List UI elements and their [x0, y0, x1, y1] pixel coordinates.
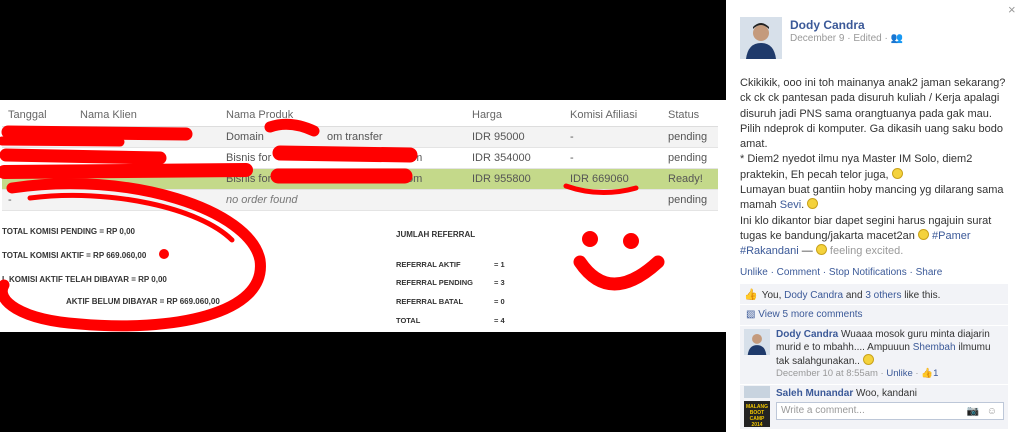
smile-emoji-icon — [862, 354, 874, 365]
thumbs-up-icon: 👍 — [744, 289, 758, 301]
comment-input[interactable]: Write a comment... 📷 ☺ — [776, 402, 1004, 420]
facebook-post-panel: × Dody Candra December 9 · Edited · 👥 Ck… — [726, 0, 1024, 432]
likes-others[interactable]: 3 others — [865, 290, 901, 301]
post-date[interactable]: December 9 — [790, 33, 844, 44]
hashtag-rakandani[interactable]: #Rakandani — [740, 245, 799, 257]
close-icon[interactable]: × — [1008, 2, 1016, 17]
post-paragraph: * Diem2 nyedot ilmu nya Master IM Solo, … — [740, 153, 973, 181]
excited-emoji-icon — [815, 244, 827, 256]
post-body: Ckikikik, ooo ini toh mainanya anak2 jam… — [740, 76, 1012, 260]
comment-author[interactable]: Dody Candra — [776, 329, 838, 340]
comment-like-count[interactable]: 👍1 — [921, 368, 938, 379]
comment-unlike[interactable]: Unlike — [886, 368, 912, 379]
comment-composer: MALANG BOOT CAMP 2014 Write a comment...… — [740, 399, 1008, 429]
post-paragraph: #Rakandani — feeling excited. — [740, 244, 904, 258]
post-paragraph: Ini klo dikantor biar dapet segini harus… — [740, 214, 992, 242]
post-actions[interactable]: Unlike · Comment · Stop Notifications · … — [740, 267, 942, 278]
tag-sevi[interactable]: Sevi — [780, 199, 801, 211]
friends-icon: 👥 — [890, 33, 904, 44]
smile-emoji-icon — [891, 167, 903, 179]
comment-avatar[interactable] — [744, 329, 770, 355]
likes-name[interactable]: Dody Candra — [784, 290, 843, 301]
photo: Tanggal Nama Klien Nama Produk Harga Kom… — [0, 0, 726, 432]
emoticon-icon[interactable]: ☺ — [987, 406, 997, 417]
post-edited[interactable]: · Edited · — [847, 33, 888, 44]
composer-avatar: MALANG BOOT CAMP 2014 — [744, 401, 770, 428]
view-more-comments[interactable]: ▧ View 5 more comments — [740, 305, 1008, 325]
avatar-image — [740, 17, 782, 59]
feeling-text: feeling excited. — [829, 245, 904, 258]
smile-emoji-icon — [807, 198, 819, 210]
tag-shembah[interactable]: Shembah — [913, 342, 956, 353]
comment-author[interactable]: Saleh Munandar — [776, 388, 853, 399]
red-marker-scribbles — [0, 118, 665, 332]
post-paragraph: Lumayan buat gantiin hoby mancing yg dil… — [740, 184, 1004, 212]
post-author[interactable]: Dody Candra — [790, 18, 865, 32]
comment-item: Dody Candra Wuaaa mosok guru minta diaja… — [740, 326, 1008, 384]
comment-date[interactable]: December 10 at 8:55am — [776, 368, 878, 379]
grin-emoji-icon — [917, 228, 929, 240]
comment-avatar[interactable] — [744, 386, 770, 398]
comment-item: Saleh Munandar Woo, kandani — [740, 385, 1008, 399]
camera-icon[interactable]: 📷 — [967, 406, 979, 417]
post-paragraph: Ckikikik, ooo ini toh mainanya anak2 jam… — [740, 77, 1006, 151]
hashtag-pamer[interactable]: #Pamer — [932, 230, 971, 242]
comment-avatar-image — [744, 329, 770, 355]
affiliate-dashboard-photo: Tanggal Nama Klien Nama Produk Harga Kom… — [0, 100, 726, 332]
comment-bubble-icon: ▧ — [746, 309, 756, 320]
comment-meta: December 10 at 8:55am · Unlike · 👍1 — [776, 368, 939, 379]
post-meta: December 9 · Edited · 👥 — [790, 33, 903, 44]
likes-bar: 👍 You, Dody Candra and 3 others like this… — [740, 284, 1008, 304]
comment-text: Dody Candra Wuaaa mosok guru minta diaja… — [776, 329, 991, 367]
avatar[interactable] — [740, 17, 782, 59]
